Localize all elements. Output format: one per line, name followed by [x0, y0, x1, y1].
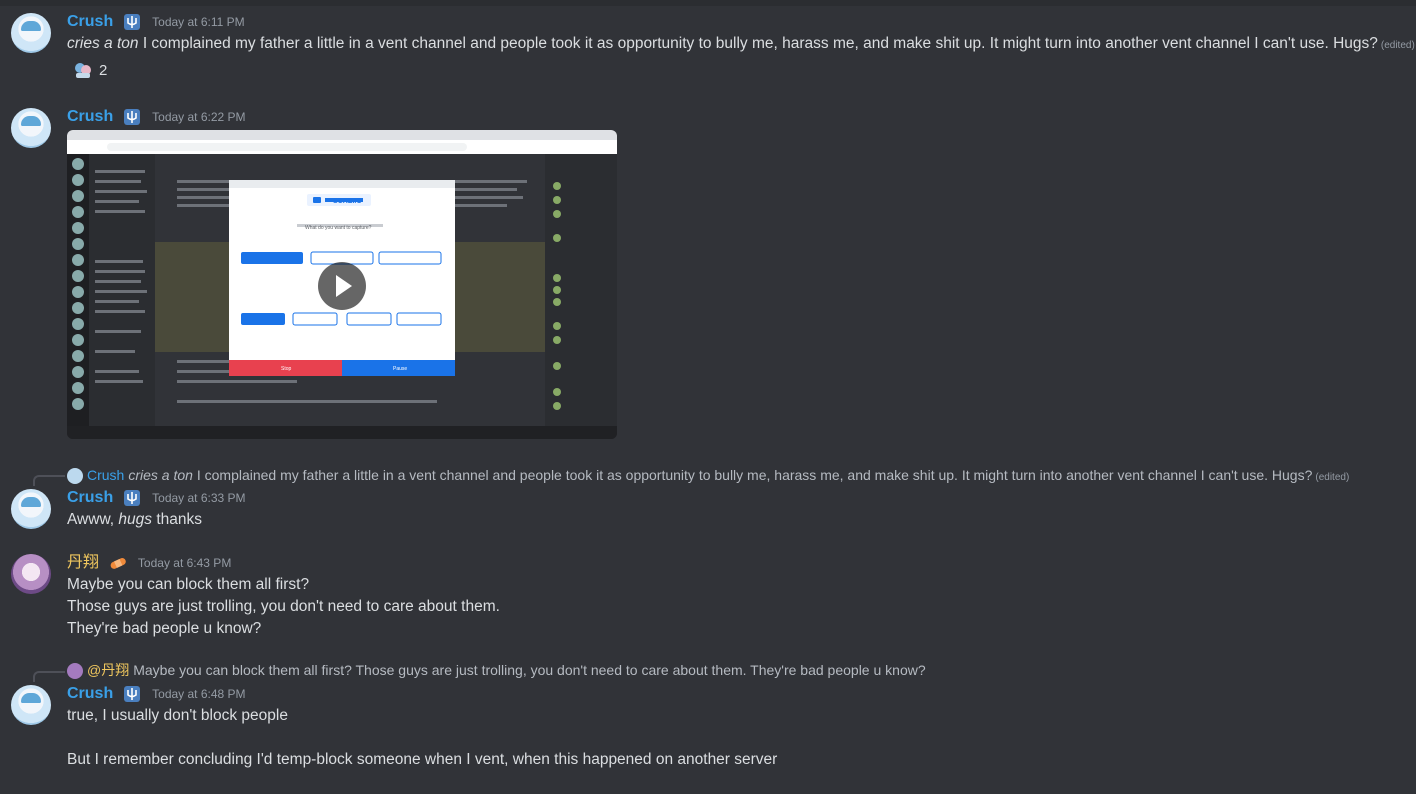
- trident-badge-icon: [123, 686, 140, 702]
- message-header: Crush Today at 6:11 PM: [67, 12, 245, 32]
- reply-avatar: [67, 468, 83, 485]
- reply-text: I complained my father a little in a ven…: [192, 467, 1313, 483]
- bandage-emoji-icon: [111, 558, 127, 569]
- overlay-prompt: What do you want to capture?: [305, 225, 372, 231]
- reply-author[interactable]: @丹翔: [87, 662, 129, 678]
- play-icon[interactable]: [318, 262, 366, 310]
- overlay-title: SCRE.IO: [333, 198, 362, 205]
- timestamp: Today at 6:48 PM: [152, 687, 246, 701]
- username[interactable]: 丹翔: [67, 554, 99, 571]
- message-text: I complained my father a little in a ven…: [138, 35, 1378, 52]
- avatar[interactable]: [11, 685, 51, 725]
- message-line-1: true, I usually don't block people: [67, 707, 288, 724]
- message-line-3: They're bad people u know?: [67, 620, 262, 637]
- reply-spine: [33, 475, 65, 486]
- trident-badge-icon: [123, 14, 140, 30]
- reply-italic: cries a ton: [128, 467, 193, 483]
- timestamp: Today at 6:43 PM: [137, 556, 232, 570]
- avatar[interactable]: [11, 489, 51, 529]
- timestamp: Today at 6:22 PM: [152, 110, 246, 124]
- avatar[interactable]: [11, 13, 51, 53]
- reply-preview[interactable]: @丹翔 Maybe you can block them all first? T…: [67, 661, 926, 680]
- message-header: Crush Today at 6:48 PM: [67, 684, 246, 704]
- message-line-2: Those guys are just trolling, you don't …: [67, 598, 500, 615]
- username[interactable]: Crush: [67, 108, 113, 125]
- message-header: Crush Today at 6:33 PM: [67, 488, 246, 508]
- message-content: cries a ton I complained my father a lit…: [67, 33, 1415, 57]
- message-text-end: thanks: [152, 511, 203, 528]
- username[interactable]: Crush: [67, 489, 113, 506]
- timestamp: Today at 6:11 PM: [152, 15, 245, 29]
- avatar[interactable]: [11, 108, 51, 148]
- reply-avatar: [67, 663, 83, 680]
- hug-emoji-icon: [75, 63, 91, 78]
- message-line-2: But I remember concluding I'd temp-block…: [67, 751, 778, 768]
- italic-text: hugs: [118, 511, 153, 528]
- username[interactable]: Crush: [67, 13, 113, 30]
- overlay-pause-label: Pause: [393, 366, 407, 372]
- overlay-stop-label: Stop: [281, 366, 292, 372]
- reply-edited: (edited): [1315, 472, 1350, 483]
- reaction-count: 2: [99, 61, 108, 79]
- italic-text: cries a ton: [67, 35, 139, 52]
- username[interactable]: Crush: [67, 685, 113, 702]
- message-header: Crush Today at 6:22 PM: [67, 107, 246, 127]
- message-line-1: Maybe you can block them all first?: [67, 576, 310, 593]
- reply-text: Maybe you can block them all first? Thos…: [133, 662, 926, 678]
- trident-badge-icon: [123, 109, 140, 125]
- trident-badge-icon: [123, 490, 140, 506]
- reaction-button[interactable]: 2: [67, 58, 113, 82]
- reply-spine: [33, 671, 65, 682]
- message-content: Awww, hugs thanks: [67, 509, 202, 531]
- message-header: 丹翔 Today at 6:43 PM: [67, 553, 231, 573]
- message-text: Awww,: [67, 511, 119, 528]
- avatar[interactable]: [11, 554, 51, 594]
- reply-preview[interactable]: Crush cries a ton I complained my father …: [67, 466, 1350, 485]
- reply-author[interactable]: Crush: [87, 467, 124, 483]
- timestamp: Today at 6:33 PM: [152, 491, 246, 505]
- top-edge: [0, 0, 1416, 6]
- edited-label: (edited): [1380, 40, 1415, 51]
